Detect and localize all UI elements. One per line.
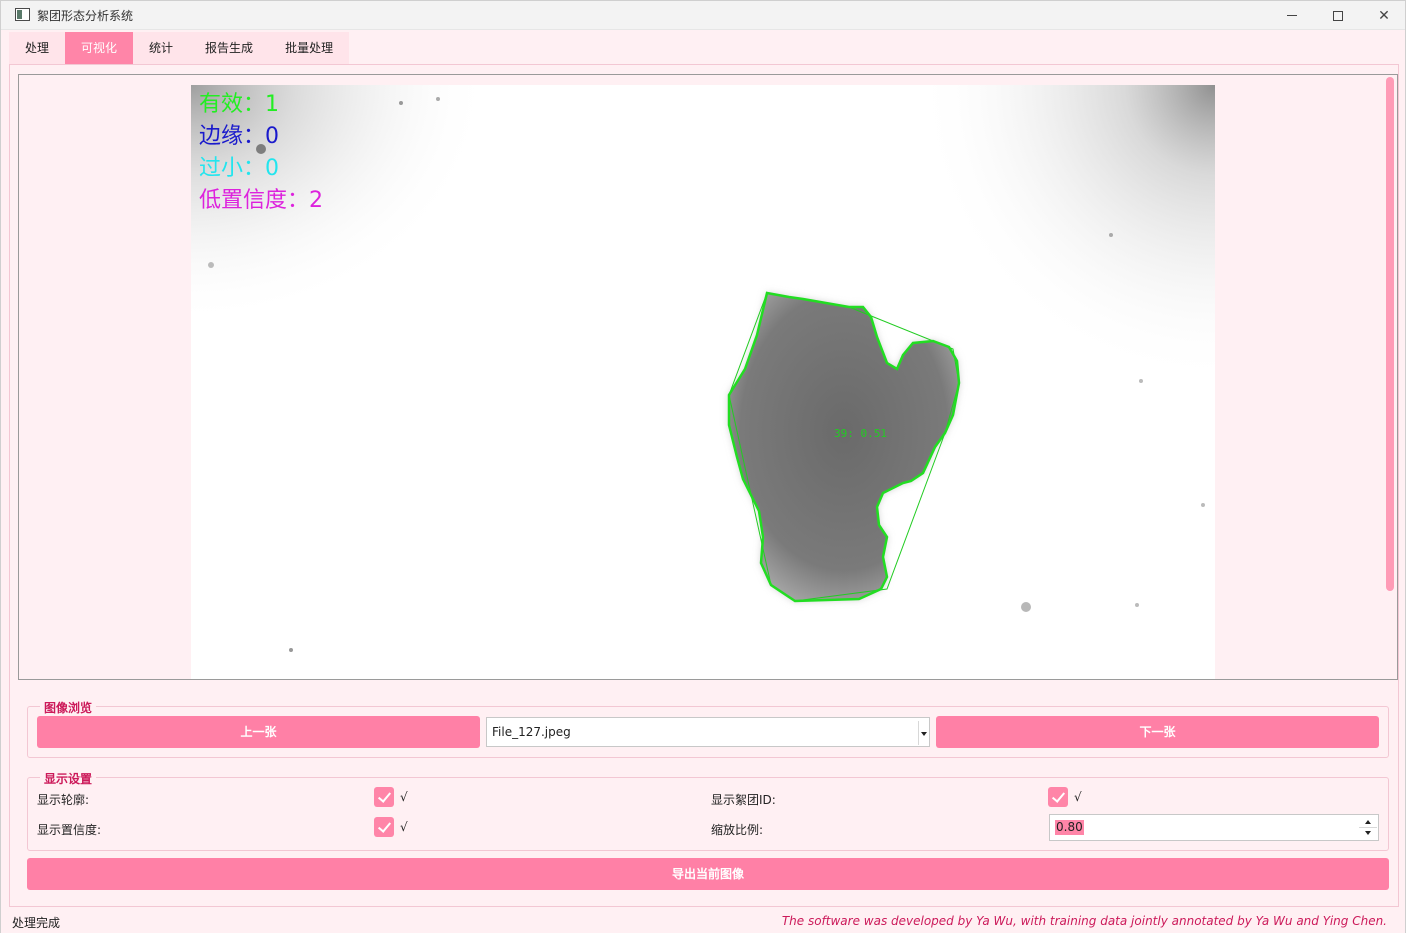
result-image: 有效：1 边缘：0 过小：0 低置信度：2 39: 0.51: [191, 85, 1215, 679]
show-contour-check-text: √: [400, 790, 408, 804]
spin-up-icon[interactable]: [1359, 816, 1377, 828]
main-window: 絮团形态分析系统 ✕ 处理 可视化 统计 报告生成 批量处理 有效：1 边缘：0…: [0, 0, 1406, 933]
tab-visualization[interactable]: 可视化: [65, 32, 134, 64]
app-icon: [15, 8, 30, 21]
tab-bar: 处理 可视化 统计 报告生成 批量处理: [9, 32, 350, 64]
show-confidence-checkbox[interactable]: [374, 817, 394, 837]
image-file-value: File_127.jpeg: [492, 725, 571, 739]
close-icon[interactable]: ✕: [1361, 1, 1406, 30]
visualization-pane: 有效：1 边缘：0 过小：0 低置信度：2 39: 0.51 图像浏览 上一张 …: [9, 64, 1399, 907]
previous-image-button[interactable]: 上一张: [37, 716, 480, 748]
show-contour-checkbox[interactable]: [374, 787, 394, 807]
chevron-down-icon[interactable]: [918, 721, 928, 745]
too-small-count-label: 过小：0: [199, 156, 279, 181]
edge-count-label: 边缘：0: [199, 124, 279, 149]
show-floc-id-checkbox[interactable]: [1048, 787, 1068, 807]
maximize-icon[interactable]: [1315, 1, 1361, 30]
title-bar: 絮团形态分析系统 ✕: [1, 1, 1405, 30]
spin-down-icon[interactable]: [1359, 828, 1377, 840]
low-confidence-count-label: 低置信度：2: [199, 188, 323, 213]
image-file-select[interactable]: File_127.jpeg: [486, 717, 930, 747]
zoom-label: 缩放比例:: [711, 823, 764, 837]
export-image-button[interactable]: 导出当前图像: [27, 858, 1389, 890]
display-settings-title: 显示设置: [40, 770, 97, 787]
show-confidence-label: 显示置信度:: [37, 823, 102, 837]
status-bar: 处理完成 The software was developed by Ya Wu…: [1, 909, 1405, 933]
display-settings-group: 显示设置 显示轮廓: √ 显示絮团ID: √ 显示置信度: √ 缩放比例: 0.…: [27, 770, 1389, 851]
zoom-value[interactable]: 0.80: [1055, 820, 1084, 835]
status-message: 处理完成: [12, 916, 61, 930]
minimize-icon[interactable]: [1269, 1, 1315, 30]
tab-report[interactable]: 报告生成: [189, 32, 270, 64]
show-confidence-check-text: √: [400, 820, 408, 834]
scrollbar-thumb[interactable]: [1386, 77, 1394, 591]
image-scroll-area[interactable]: 有效：1 边缘：0 过小：0 低置信度：2 39: 0.51: [18, 74, 1398, 680]
tab-batch[interactable]: 批量处理: [269, 32, 350, 64]
tab-statistics[interactable]: 统计: [133, 32, 190, 64]
floc-image-canvas: [191, 85, 1215, 679]
floc-id-confidence-label: 39: 0.51: [834, 427, 887, 440]
zoom-spinbox[interactable]: 0.80: [1049, 814, 1379, 841]
image-browse-group: 图像浏览 上一张 File_127.jpeg 下一张: [27, 699, 1389, 758]
tab-processing[interactable]: 处理: [9, 32, 66, 64]
window-title: 絮团形态分析系统: [37, 9, 134, 23]
show-contour-label: 显示轮廓:: [37, 793, 90, 807]
credit-text: The software was developed by Ya Wu, wit…: [781, 914, 1387, 928]
valid-count-label: 有效：1: [199, 92, 279, 117]
image-browse-title: 图像浏览: [40, 699, 97, 716]
next-image-button[interactable]: 下一张: [936, 716, 1379, 748]
show-floc-id-check-text: √: [1074, 790, 1082, 804]
show-floc-id-label: 显示絮团ID:: [711, 793, 776, 807]
vertical-scrollbar[interactable]: [1384, 76, 1396, 678]
